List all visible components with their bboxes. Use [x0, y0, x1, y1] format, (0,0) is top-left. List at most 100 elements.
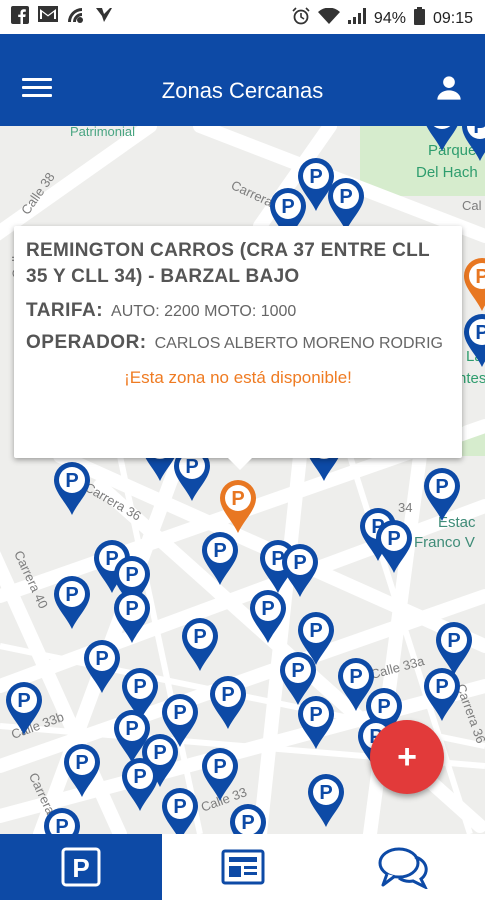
- svg-text:P: P: [447, 630, 460, 652]
- parking-pin[interactable]: P: [82, 638, 122, 694]
- parking-icon: P: [61, 847, 101, 887]
- parking-pin[interactable]: P: [326, 176, 366, 232]
- svg-text:P: P: [185, 456, 198, 478]
- operador-row: OPERADOR: CARLOS ALBERTO MORENO RODRIG: [26, 332, 450, 354]
- parking-pin[interactable]: P: [180, 616, 220, 672]
- user-icon[interactable]: [435, 74, 463, 102]
- tarifa-label: TARIFA:: [26, 300, 104, 321]
- parking-pin[interactable]: P: [208, 674, 248, 730]
- parking-pin[interactable]: P: [306, 772, 346, 828]
- signal-icon: [347, 8, 366, 29]
- svg-text:P: P: [291, 660, 304, 682]
- svg-text:P: P: [193, 626, 206, 648]
- parking-pin[interactable]: P: [228, 802, 268, 834]
- map-label-franco: Franco V: [414, 534, 475, 551]
- svg-text:P: P: [213, 540, 226, 562]
- svg-text:P: P: [339, 186, 352, 208]
- map-label-del-hach: Del Hach: [416, 164, 478, 181]
- tarifa-row: TARIFA: AUTO: 2200 MOTO: 1000: [26, 300, 450, 322]
- svg-text:P: P: [435, 476, 448, 498]
- svg-text:P: P: [125, 718, 138, 740]
- system-status: 94% 09:15: [292, 7, 473, 30]
- bottom-navigation: P: [0, 834, 485, 900]
- svg-text:P: P: [173, 796, 186, 818]
- svg-text:P: P: [377, 696, 390, 718]
- tab-chat[interactable]: [323, 834, 485, 900]
- map-label-patrimonial: Patrimonial: [70, 126, 136, 139]
- tab-news[interactable]: [162, 834, 324, 900]
- parking-pin[interactable]: P: [462, 312, 485, 368]
- add-button[interactable]: +: [370, 720, 444, 794]
- svg-text:P: P: [221, 684, 234, 706]
- operador-value: CARLOS ALBERTO MORENO RODRIG: [154, 335, 443, 352]
- parking-pin[interactable]: P: [120, 756, 160, 812]
- news-icon: [221, 849, 264, 885]
- wifi-call-icon: [66, 6, 86, 26]
- battery-icon: [413, 7, 425, 30]
- svg-text:P: P: [281, 196, 294, 218]
- tab-parking[interactable]: P: [0, 834, 162, 900]
- svg-text:P: P: [125, 564, 138, 586]
- map-label-calle-right: Cal: [462, 198, 482, 213]
- parking-pin[interactable]: P: [296, 694, 336, 750]
- parking-pin[interactable]: P: [4, 680, 44, 736]
- svg-text:P: P: [309, 704, 322, 726]
- operador-label: OPERADOR:: [26, 332, 147, 353]
- svg-text:P: P: [95, 648, 108, 670]
- app-notification-icon: [94, 6, 114, 26]
- svg-text:P: P: [349, 666, 362, 688]
- parking-pin[interactable]: P: [422, 126, 462, 152]
- svg-text:P: P: [435, 126, 448, 128]
- parking-pin[interactable]: P: [248, 588, 288, 644]
- svg-text:P: P: [72, 853, 89, 883]
- parking-pin[interactable]: P: [200, 530, 240, 586]
- alarm-icon: [292, 7, 310, 30]
- svg-text:P: P: [473, 126, 485, 138]
- svg-text:P: P: [231, 488, 244, 510]
- parking-pin[interactable]: P: [460, 126, 485, 162]
- map-label-ntes: ntes: [458, 370, 485, 387]
- notification-icons: [10, 6, 114, 26]
- parking-pin[interactable]: P: [62, 742, 102, 798]
- svg-text:P: P: [55, 816, 68, 834]
- svg-text:P: P: [475, 266, 485, 288]
- svg-text:P: P: [65, 470, 78, 492]
- svg-text:P: P: [475, 322, 485, 344]
- parking-pin-selected[interactable]: P: [462, 256, 485, 312]
- svg-text:P: P: [65, 584, 78, 606]
- parking-pin[interactable]: P: [422, 666, 462, 722]
- parking-pin[interactable]: P: [42, 806, 82, 834]
- map-view[interactable]: Patrimonial Parque Del Hach Calle 38 Car…: [0, 126, 485, 834]
- svg-text:P: P: [125, 598, 138, 620]
- parking-pin[interactable]: P: [112, 588, 152, 644]
- parking-pin[interactable]: P: [52, 460, 92, 516]
- zone-info-popup[interactable]: REMINGTON CARROS (CRA 37 ENTRE CLL 35 Y …: [14, 226, 462, 470]
- svg-text:P: P: [241, 812, 254, 834]
- parking-pin[interactable]: P: [200, 746, 240, 802]
- page-title: Zonas Cercanas: [161, 78, 324, 103]
- svg-text:P: P: [319, 782, 332, 804]
- map-label-34: 34: [398, 500, 413, 515]
- wifi-icon: [317, 7, 340, 29]
- parking-pin-selected[interactable]: P: [218, 478, 258, 534]
- svg-text:P: P: [173, 702, 186, 724]
- svg-text:P: P: [435, 676, 448, 698]
- app-bar: Zonas Cercanas: [0, 34, 485, 126]
- status-bar: 94% 09:15: [0, 0, 485, 34]
- parking-pin[interactable]: P: [52, 574, 92, 630]
- svg-text:P: P: [309, 620, 322, 642]
- svg-text:P: P: [17, 690, 30, 712]
- svg-text:P: P: [309, 166, 322, 188]
- svg-text:P: P: [133, 766, 146, 788]
- svg-text:P: P: [75, 752, 88, 774]
- svg-text:P: P: [133, 676, 146, 698]
- parking-pin[interactable]: P: [374, 518, 414, 574]
- facebook-icon: [10, 6, 30, 26]
- svg-text:P: P: [293, 552, 306, 574]
- parking-pin[interactable]: P: [160, 786, 200, 834]
- unavailable-warning: ¡Esta zona no está disponible!: [124, 368, 352, 387]
- tarifa-value: AUTO: 2200 MOTO: 1000: [111, 303, 297, 320]
- parking-pin[interactable]: P: [422, 466, 462, 522]
- gmail-icon: [38, 6, 58, 26]
- svg-text:P: P: [213, 756, 226, 778]
